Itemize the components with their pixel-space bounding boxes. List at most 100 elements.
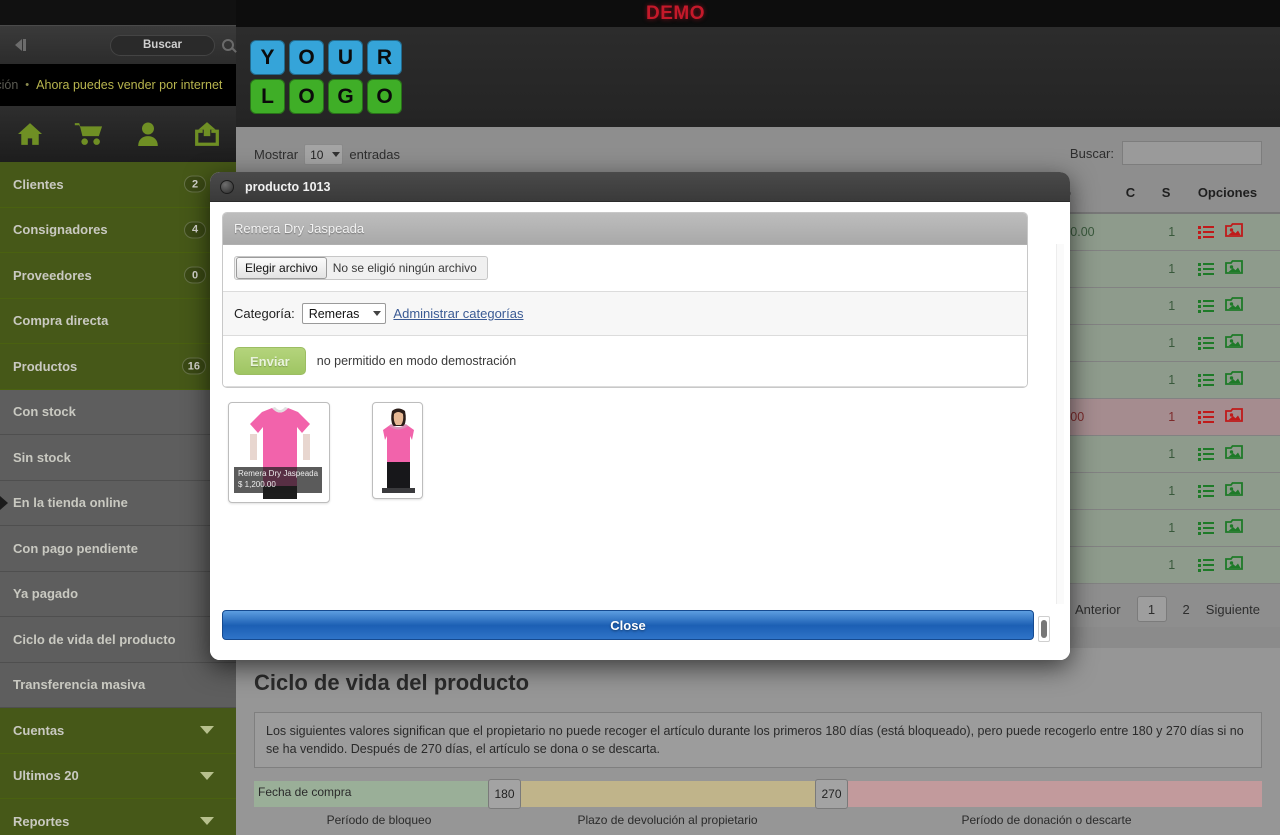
image-icon[interactable] xyxy=(1224,519,1243,537)
cell-opciones xyxy=(1189,435,1280,473)
modal-scrollbar-track[interactable] xyxy=(1056,244,1064,648)
cell-opciones xyxy=(1189,509,1280,547)
pagination-next[interactable]: Siguiente xyxy=(1206,602,1260,617)
sidebar-item-consignadores[interactable]: Consignadores 4 xyxy=(0,207,236,253)
cell-s: 1 xyxy=(1153,361,1190,399)
cell-c xyxy=(1117,250,1154,288)
manage-categories-link[interactable]: Administrar categorías xyxy=(393,306,523,321)
collapse-panel-icon[interactable] xyxy=(8,35,32,55)
cell-c xyxy=(1117,398,1154,436)
sidebar-search-label: Buscar xyxy=(143,39,182,51)
file-status-text: No se eligió ningún archivo xyxy=(332,261,477,275)
details-list-icon[interactable] xyxy=(1197,225,1214,239)
th-opciones: Opciones xyxy=(1189,179,1280,214)
sidebar-item-con-stock[interactable]: Con stock xyxy=(0,389,236,435)
modal-titlebar: producto 1013 xyxy=(210,172,1070,202)
cell-s: 1 xyxy=(1153,324,1190,362)
image-icon[interactable] xyxy=(1224,408,1243,426)
cell-opciones xyxy=(1189,213,1280,251)
legend-return: Plazo de devolución al propietario xyxy=(577,813,758,828)
details-list-icon[interactable] xyxy=(1197,521,1214,535)
sidebar-item-label: Ya pagado xyxy=(13,586,79,602)
cell-c xyxy=(1117,361,1154,399)
details-list-icon[interactable] xyxy=(1197,373,1214,387)
details-list-icon[interactable] xyxy=(1197,262,1214,276)
sidebar-item-label: En la tienda online xyxy=(13,495,128,511)
sidebar-item-ya-pagado[interactable]: Ya pagado xyxy=(0,571,236,617)
sidebar-item-compra-directa[interactable]: Compra directa xyxy=(0,298,236,344)
sidebar-item-proveedores[interactable]: Proveedores 0 xyxy=(0,253,236,299)
share-icon[interactable] xyxy=(177,122,236,146)
pagination-page-1[interactable]: 1 xyxy=(1136,596,1167,622)
pagination-prev[interactable]: Anterior xyxy=(1075,602,1121,617)
modal-close-dot-icon[interactable] xyxy=(220,179,234,194)
th-c[interactable]: C xyxy=(1117,179,1154,214)
lifecycle-marker-180[interactable]: 180 xyxy=(488,779,521,810)
page-size-select[interactable]: 10 xyxy=(304,144,344,165)
chevron-down-icon xyxy=(373,311,382,316)
details-list-icon[interactable] xyxy=(1197,558,1214,572)
details-list-icon[interactable] xyxy=(1197,299,1214,313)
category-select[interactable]: Remeras xyxy=(301,303,387,324)
sidebar-item-clientes[interactable]: Clientes 2 xyxy=(0,162,236,208)
image-icon[interactable] xyxy=(1224,482,1243,500)
sidebar-item-reportes[interactable]: Reportes xyxy=(0,799,236,835)
page-size-control: Mostrar 10 entradas xyxy=(254,144,400,165)
user-icon[interactable] xyxy=(118,122,177,146)
cart-icon[interactable] xyxy=(59,122,118,146)
sidebar-item-ciclo-de-vida-del-producto[interactable]: Ciclo de vida del producto xyxy=(0,617,236,663)
sidebar-item-badge: 2 xyxy=(184,175,206,193)
sidebar-item-con-pago-pendiente[interactable]: Con pago pendiente xyxy=(0,526,236,572)
table-search-input[interactable] xyxy=(1122,141,1262,165)
entries-label: entradas xyxy=(349,147,401,162)
site-logo[interactable]: Y O U R L O G O xyxy=(250,40,402,114)
logo-tile-l: L xyxy=(250,79,285,114)
image-icon[interactable] xyxy=(1224,223,1243,241)
sidebar-item-cuentas[interactable]: Cuentas xyxy=(0,708,236,754)
choose-file-button[interactable]: Elegir archivo xyxy=(236,257,327,279)
chevron-down-icon xyxy=(200,817,214,826)
sidebar-item-label: Clientes xyxy=(13,176,64,192)
modal-scrollbar-thumb[interactable] xyxy=(1038,616,1050,642)
image-icon[interactable] xyxy=(1224,260,1243,278)
modal-footer: Close xyxy=(210,604,1070,660)
image-icon[interactable] xyxy=(1224,334,1243,352)
cell-s: 1 xyxy=(1153,509,1190,547)
image-icon[interactable] xyxy=(1224,556,1243,574)
image-icon[interactable] xyxy=(1224,297,1243,315)
details-list-icon[interactable] xyxy=(1197,410,1214,424)
product-thumbnail-1[interactable]: Remera Dry Jaspeada $ 1,200.00 xyxy=(228,402,330,503)
sidebar-item-sin-stock[interactable]: Sin stock xyxy=(0,435,236,481)
sidebar-search-button[interactable]: Buscar xyxy=(110,34,215,56)
th-s[interactable]: S xyxy=(1153,179,1190,214)
ticker-separator-dot: • xyxy=(25,79,30,91)
pagination-page-2[interactable]: 2 xyxy=(1183,602,1190,617)
thumbnail-image-1: Remera Dry Jaspeada $ 1,200.00 xyxy=(232,406,326,499)
close-button[interactable]: Close xyxy=(222,610,1034,640)
logo-tile-o2: O xyxy=(289,79,324,114)
modal-body: Remera Dry Jaspeada Elegir archivo No se… xyxy=(210,202,1070,660)
demo-banner: DEMO xyxy=(236,0,1280,27)
sidebar-item-en-la-tienda-online[interactable]: En la tienda online xyxy=(0,480,236,526)
details-list-icon[interactable] xyxy=(1197,447,1214,461)
details-list-icon[interactable] xyxy=(1197,484,1214,498)
submit-row: Enviar no permitido en modo demostración xyxy=(223,336,1027,387)
sidebar-item-productos[interactable]: Productos 16 xyxy=(0,344,236,390)
cell-c xyxy=(1117,509,1154,547)
details-list-icon[interactable] xyxy=(1197,336,1214,350)
table-search: Buscar: xyxy=(1070,141,1262,165)
sidebar-item-transferencia-masiva[interactable]: Transferencia masiva xyxy=(0,662,236,708)
cell-opciones xyxy=(1189,324,1280,362)
file-input[interactable]: Elegir archivo No se eligió ningún archi… xyxy=(234,256,488,280)
thumbnail-caption: Remera Dry Jaspeada $ 1,200.00 xyxy=(234,467,323,493)
home-icon[interactable] xyxy=(0,122,59,146)
sidebar-item-label: Productos xyxy=(13,358,78,374)
sidebar-item-ultimos-20[interactable]: Ultimos 20 xyxy=(0,753,236,799)
product-thumbnail-2[interactable] xyxy=(372,402,423,499)
image-icon[interactable] xyxy=(1224,371,1243,389)
search-icon[interactable] xyxy=(222,39,234,51)
lifecycle-marker-270[interactable]: 270 xyxy=(815,779,848,810)
submit-button[interactable]: Enviar xyxy=(234,347,306,375)
sidebar-item-label: Ultimos 20 xyxy=(13,768,79,784)
image-icon[interactable] xyxy=(1224,445,1243,463)
